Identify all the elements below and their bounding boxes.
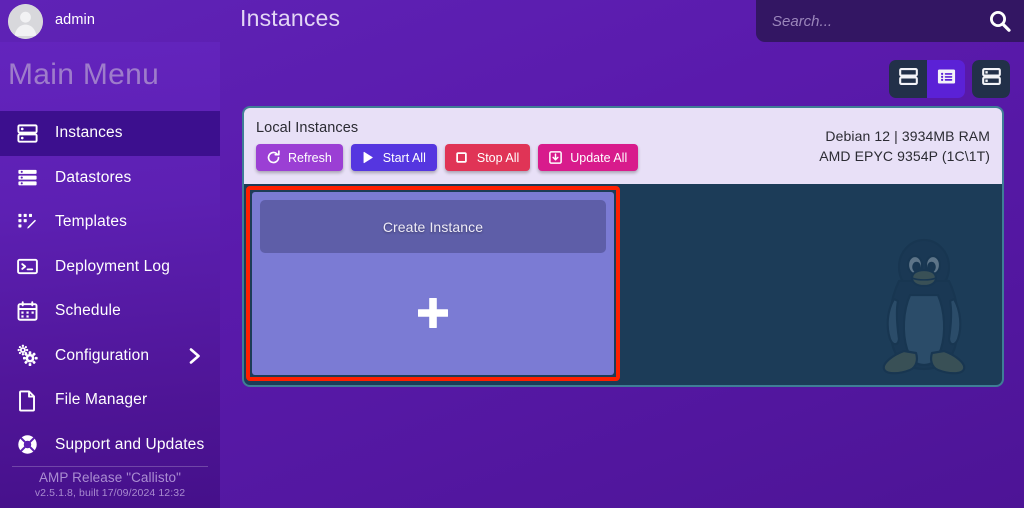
stop-all-button[interactable]: Stop All	[444, 144, 531, 171]
create-instance-card[interactable]: Create Instance	[252, 192, 614, 375]
create-instance-title: Create Instance	[382, 218, 484, 235]
rows-view-icon	[898, 66, 919, 92]
update-all-button[interactable]: Update All	[538, 144, 639, 171]
sidebar-item-label: Deployment Log	[55, 257, 170, 275]
sidebar-item-label: Templates	[55, 213, 127, 231]
avatar[interactable]	[8, 4, 43, 39]
start-all-button[interactable]: Start All	[350, 144, 437, 171]
refresh-button-label: Refresh	[288, 150, 332, 165]
release-name: AMP Release "Callisto"	[38, 470, 182, 485]
system-info: Debian 12 | 3934MB RAM AMD EPYC 9354P (1…	[819, 126, 990, 166]
panel-header: Local Instances Refresh Start All Stop A…	[244, 108, 1002, 184]
play-icon	[360, 150, 376, 166]
sidebar-item-deployment-log[interactable]: Deployment Log	[0, 245, 220, 290]
chevron-right-icon	[188, 347, 202, 365]
sidebar-item-templates[interactable]: Templates	[0, 200, 220, 245]
sidebar-item-support-and-updates[interactable]: Support and Updates	[0, 423, 220, 468]
sidebar-item-instances[interactable]: Instances	[0, 111, 220, 156]
refresh-button[interactable]: Refresh	[256, 144, 343, 171]
plus-icon[interactable]	[416, 296, 450, 330]
create-instance-header: Create Instance	[260, 200, 606, 253]
panel-body: Create Instance	[244, 184, 1002, 385]
start-all-button-label: Start All	[382, 150, 426, 165]
compact-view-button[interactable]	[972, 60, 1010, 98]
sidebar-heading: Main Menu	[8, 58, 160, 91]
sidebar-item-label: Schedule	[55, 302, 121, 320]
database-list-icon	[14, 165, 40, 191]
release-version: v2.5.1.8, built 17/09/2024 12:32	[34, 487, 186, 499]
search-icon[interactable]	[988, 9, 1012, 33]
lifebuoy-icon	[14, 432, 40, 458]
server-stack-icon	[14, 120, 40, 146]
download-icon	[547, 150, 563, 166]
template-pencil-icon	[14, 209, 40, 235]
document-icon	[14, 387, 40, 413]
footer-divider	[12, 466, 208, 467]
calendar-icon	[14, 298, 40, 324]
stop-all-button-label: Stop All	[476, 150, 520, 165]
sidebar: Main Menu Instances Datastores Templates…	[0, 42, 220, 508]
rows-view-button[interactable]	[889, 60, 927, 98]
page-title: Instances	[240, 5, 341, 31]
search-input[interactable]	[772, 0, 972, 42]
update-all-button-label: Update All	[570, 150, 628, 165]
system-info-cpu: AMD EPYC 9354P (1C\1T)	[819, 148, 990, 164]
create-instance-highlight: Create Instance	[246, 186, 620, 381]
terminal-icon	[14, 254, 40, 280]
username-label: admin	[55, 12, 95, 28]
refresh-icon	[265, 150, 281, 166]
search-box[interactable]	[756, 0, 1024, 42]
sidebar-item-datastores[interactable]: Datastores	[0, 156, 220, 201]
list-view-icon	[936, 66, 957, 92]
panel-title: Local Instances	[256, 120, 359, 136]
list-view-button[interactable]	[927, 60, 965, 98]
sidebar-footer: AMP Release "Callisto" v2.5.1.8, built 1…	[0, 466, 220, 508]
sidebar-item-label: Configuration	[55, 346, 150, 364]
sidebar-menu: Instances Datastores Templates Deploymen…	[0, 111, 220, 467]
sidebar-item-configuration[interactable]: Configuration	[0, 334, 220, 379]
compact-view-group	[972, 60, 1010, 98]
stop-icon	[454, 150, 470, 166]
compact-view-icon	[981, 66, 1002, 92]
panel-actions: Refresh Start All Stop All Update All	[256, 144, 639, 171]
sidebar-item-schedule[interactable]: Schedule	[0, 289, 220, 334]
gears-icon	[14, 343, 40, 369]
sidebar-item-file-manager[interactable]: File Manager	[0, 378, 220, 423]
view-toggle-group	[889, 60, 1010, 98]
amp-instances-page: admin Instances Main Menu	[0, 0, 1024, 508]
tux-penguin-icon	[860, 229, 988, 379]
sidebar-item-label: Support and Updates	[55, 435, 205, 453]
view-toggle-pair	[889, 60, 965, 98]
top-bar: admin Instances	[0, 0, 1024, 42]
sidebar-item-label: Instances	[55, 124, 123, 142]
system-info-os-ram: Debian 12 | 3934MB RAM	[825, 128, 990, 144]
local-instances-panel: Local Instances Refresh Start All Stop A…	[242, 106, 1004, 387]
sidebar-item-label: File Manager	[55, 391, 148, 409]
sidebar-item-label: Datastores	[55, 168, 132, 186]
